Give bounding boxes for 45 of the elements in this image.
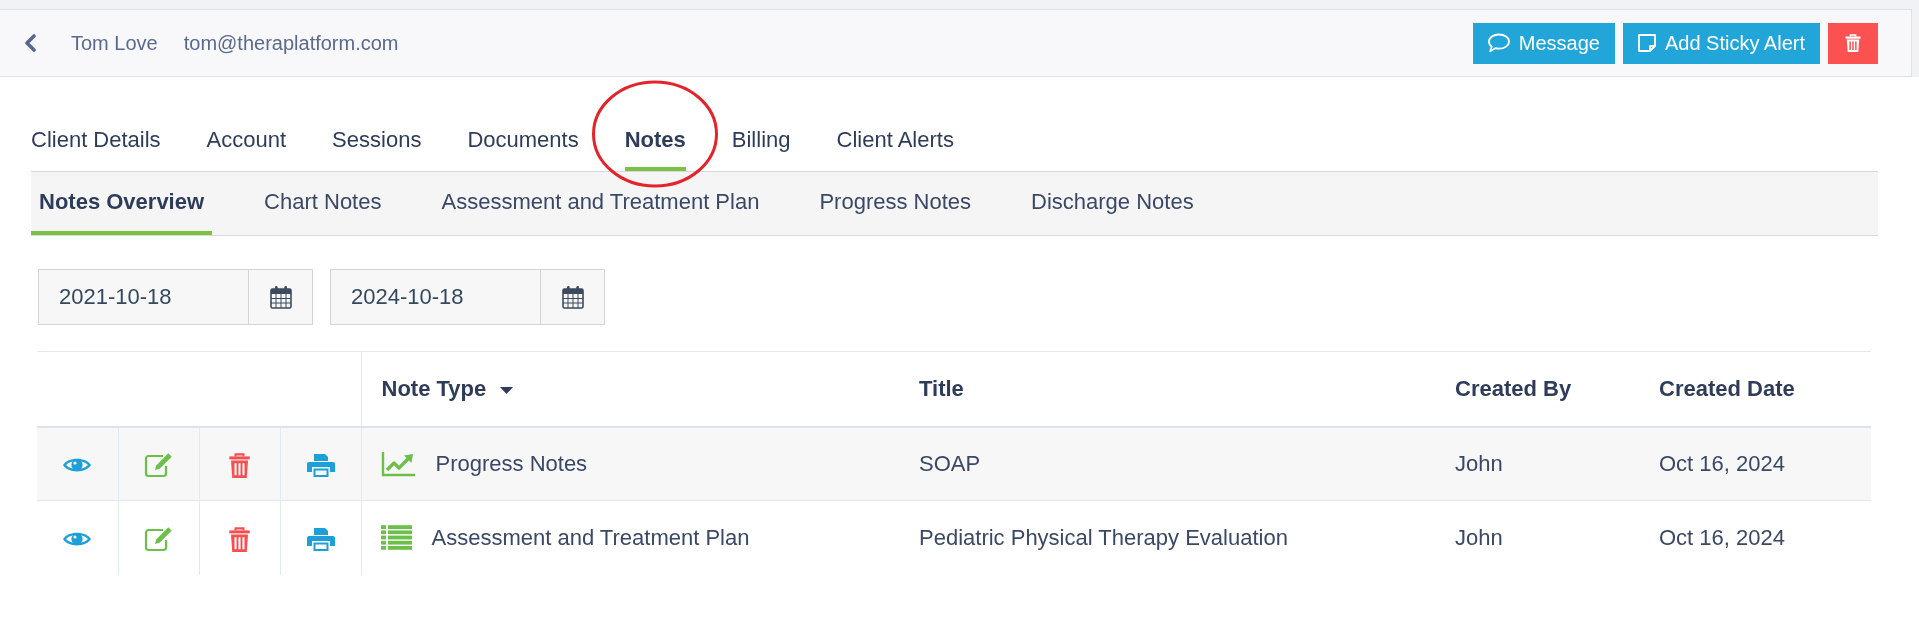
printer-icon[interactable]: [306, 453, 335, 478]
pencil-icon[interactable]: [144, 452, 173, 479]
created-date-text: Oct 16, 2024: [1659, 525, 1785, 551]
list-icon: [380, 525, 412, 551]
note-title: Pediatric Physical Therapy Evaluation: [919, 525, 1288, 551]
chevron-left-icon[interactable]: [24, 34, 37, 52]
date-field[interactable]: 2021-10-18: [38, 269, 248, 325]
column-header[interactable]: Note Type: [381, 376, 487, 402]
created-date-text: Oct 16, 2024: [1659, 451, 1785, 477]
subtab[interactable]: Discharge Notes: [1023, 172, 1202, 235]
subtab[interactable]: Assessment and Treatment Plan: [433, 172, 768, 235]
calendar-button[interactable]: [248, 269, 313, 325]
client-email: tom@theraplatform.com: [183, 31, 399, 56]
delete-button[interactable]: [1828, 22, 1878, 64]
calendar-icon: [561, 285, 584, 309]
trash-icon: [1845, 34, 1861, 52]
tab[interactable]: Documents: [467, 113, 579, 171]
line-chart-icon: [380, 450, 416, 477]
sort-caret-icon[interactable]: [500, 386, 514, 394]
tab[interactable]: Account: [206, 113, 287, 171]
note-type-text: Progress Notes: [435, 450, 588, 479]
trash-icon[interactable]: [228, 452, 251, 478]
printer-icon[interactable]: [306, 527, 335, 552]
subtab[interactable]: Notes Overview: [31, 172, 213, 235]
tab[interactable]: Sessions: [332, 113, 422, 171]
sticky-note-icon: [1636, 33, 1657, 53]
created-by-text: John: [1455, 525, 1503, 551]
subtab[interactable]: Chart Notes: [256, 172, 390, 235]
tab[interactable]: Client Alerts: [836, 113, 954, 171]
calendar-icon: [269, 285, 292, 309]
date-field[interactable]: 2024-10-18: [330, 269, 540, 325]
pencil-icon[interactable]: [144, 526, 173, 553]
note-type-text: Assessment and Treatment Plan: [431, 524, 750, 553]
speech-bubble-icon: [1486, 33, 1511, 53]
created-by-text: John: [1455, 451, 1503, 477]
client-name: Tom Love: [71, 31, 158, 56]
trash-icon[interactable]: [228, 526, 251, 552]
subtab[interactable]: Progress Notes: [811, 172, 980, 235]
note-title: SOAP: [919, 451, 981, 477]
column-header[interactable]: Title: [919, 376, 964, 402]
tab[interactable]: Billing: [731, 113, 791, 171]
tab[interactable]: Client Details: [31, 113, 161, 171]
column-header[interactable]: Created Date: [1659, 376, 1795, 402]
calendar-button[interactable]: [540, 269, 605, 325]
column-header[interactable]: Created By: [1455, 376, 1572, 402]
